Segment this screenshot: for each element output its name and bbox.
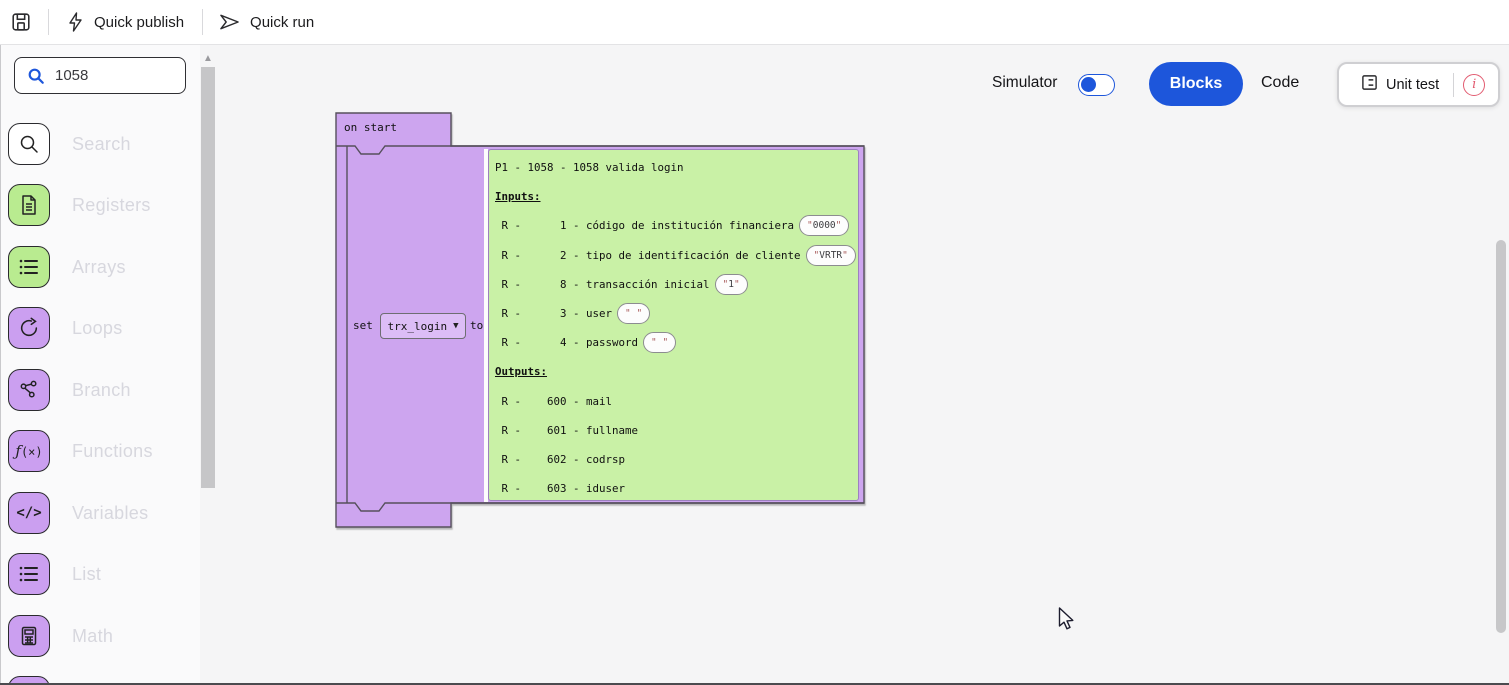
save-icon xyxy=(10,11,32,33)
transaction-value-block[interactable]: P1 - 1058 - 1058 valida login Inputs: R … xyxy=(488,149,859,501)
sidebar-item-label: Branch xyxy=(72,380,131,401)
checklist-icon xyxy=(1361,74,1378,96)
input-row: R - 2 - tipo de identificación de client… xyxy=(495,241,858,270)
quick-run-button[interactable]: Quick run xyxy=(219,13,314,31)
unit-test-button[interactable]: Unit test xyxy=(1386,77,1439,93)
page-scrollbar[interactable] xyxy=(1496,240,1506,633)
value-pill[interactable]: 0000 xyxy=(799,215,849,236)
sidebar-scroll-up-arrow[interactable]: ▲ xyxy=(201,54,215,64)
value-pill[interactable]: VRTR xyxy=(806,245,856,266)
info-icon[interactable]: i xyxy=(1463,74,1485,96)
output-row: R - 603 - iduser xyxy=(495,474,858,501)
input-row: R - 8 - transacción inicial 1 xyxy=(495,270,858,299)
inputs-header: Inputs: xyxy=(495,182,858,211)
chevron-down-icon: ▼ xyxy=(453,321,458,331)
input-row: R - 1 - código de institución financiera… xyxy=(495,211,858,240)
sidebar-item-label: Search xyxy=(72,134,131,155)
output-row: R - 601 - fullname xyxy=(495,416,858,445)
toolbar-divider xyxy=(202,9,203,35)
sidebar-item-label: Registers xyxy=(72,195,151,216)
sidebar-item-label: Math xyxy=(72,626,113,647)
block-title: P1 - 1058 - 1058 valida login xyxy=(495,153,858,182)
list-icon xyxy=(8,246,50,288)
run-arrow-icon xyxy=(219,13,240,31)
window-left-edge xyxy=(0,45,1,685)
input-row: R - 3 - user xyxy=(495,299,858,328)
value-pill[interactable]: 1 xyxy=(715,274,748,295)
toolbar-divider xyxy=(48,9,49,35)
simulator-toggle[interactable] xyxy=(1078,74,1115,96)
branch-icon xyxy=(8,369,50,411)
sidebar-item-label: Loops xyxy=(72,318,123,339)
sidebar-item-functions[interactable]: ƒ(×) Functions xyxy=(8,430,153,472)
quick-publish-label: Quick publish xyxy=(94,14,184,31)
value-pill[interactable] xyxy=(643,332,676,353)
save-button[interactable] xyxy=(10,11,32,33)
sidebar-item-arrays[interactable]: Arrays xyxy=(8,246,126,288)
sidebar-item-label: List xyxy=(72,564,101,585)
function-icon: ƒ(×) xyxy=(8,430,50,472)
quick-run-label: Quick run xyxy=(250,14,314,31)
sidebar-item-variables[interactable]: </> Variables xyxy=(8,492,148,534)
on-start-label: on start xyxy=(344,121,397,134)
sidebar-item-registers[interactable]: Registers xyxy=(8,184,151,226)
input-row: R - 4 - password xyxy=(495,328,858,357)
sidebar-item-search[interactable]: Search xyxy=(8,123,131,165)
variable-dropdown[interactable]: trx_login ▼ xyxy=(380,313,466,339)
output-row: R - 600 - mail xyxy=(495,387,858,416)
document-icon xyxy=(8,184,50,226)
set-label: set xyxy=(353,319,373,332)
code-brackets-icon: </> xyxy=(8,492,50,534)
search-icon xyxy=(27,67,45,85)
search-input[interactable] xyxy=(55,67,165,84)
loop-icon xyxy=(8,307,50,349)
app-window: Quick publish Quick run ▲ xyxy=(0,0,1509,685)
sidebar-item-label: Functions xyxy=(72,441,153,462)
top-toolbar: Quick publish Quick run xyxy=(0,0,1509,45)
sidebar-item-branch[interactable]: Branch xyxy=(8,369,131,411)
panel-divider xyxy=(1453,73,1454,97)
search-category-icon xyxy=(8,123,50,165)
block-search-box[interactable] xyxy=(14,57,186,94)
to-label: to xyxy=(470,319,483,332)
value-pill[interactable] xyxy=(617,303,650,324)
simulator-label: Simulator xyxy=(992,74,1057,92)
sidebar-item-math[interactable]: Math xyxy=(8,615,113,657)
sidebar-item-label: Variables xyxy=(72,503,148,524)
quick-publish-button[interactable]: Quick publish xyxy=(67,12,184,32)
lightning-icon xyxy=(67,12,84,32)
sidebar-item-label: Arrays xyxy=(72,257,126,278)
calculator-icon xyxy=(8,615,50,657)
sidebar-item-list[interactable]: List xyxy=(8,553,101,595)
sidebar-scrollbar[interactable] xyxy=(201,67,215,488)
list-icon xyxy=(8,553,50,595)
toggle-knob xyxy=(1081,77,1096,92)
variable-name: trx_login xyxy=(387,320,447,333)
outputs-header: Outputs: xyxy=(495,357,858,386)
sidebar-item-loops[interactable]: Loops xyxy=(8,307,123,349)
output-row: R - 602 - codrsp xyxy=(495,445,858,474)
unit-test-panel: Unit test i xyxy=(1337,62,1500,107)
mouse-cursor xyxy=(1058,607,1076,638)
code-tab-button[interactable]: Code xyxy=(1261,74,1299,92)
blocks-tab-button[interactable]: Blocks xyxy=(1149,62,1243,106)
